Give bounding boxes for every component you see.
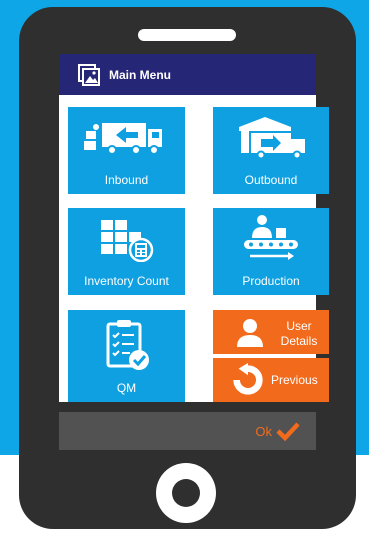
ok-bar: Ok [59,412,316,450]
speaker-slot [138,29,236,41]
inventory-count-label: Inventory Count [84,274,169,288]
outbound-button[interactable]: Outbound [213,107,329,194]
clipboard-check-icon [106,320,149,370]
truck-inbound-icon [83,123,162,155]
conveyor-worker-icon [244,215,298,260]
outbound-label: Outbound [244,173,298,187]
back-arrow-icon [233,363,263,395]
title-bar: Main Menu [59,54,316,95]
image-gallery-icon [78,63,100,86]
production-label: Production [242,274,300,288]
qm-label: QM [116,381,137,395]
user-icon [237,319,263,347]
boxes-calculator-icon [100,220,153,262]
production-button[interactable]: Production [213,208,329,295]
ok-button[interactable]: Ok [255,424,272,439]
previous-button[interactable]: Previous [213,358,329,402]
qm-button[interactable]: QM [68,310,185,402]
phone-frame: Main Menu Inbound Outbound Inventory Cou… [19,7,356,529]
home-button-inner [172,479,200,507]
device-screen: Main Menu Inbound Outbound Inventory Cou… [59,54,329,450]
user-details-button[interactable]: User Details [213,310,329,354]
user-details-label-1: User [286,319,312,333]
inventory-count-button[interactable]: Inventory Count [68,208,185,295]
user-details-label-2: Details [280,334,318,348]
home-button[interactable] [156,463,216,523]
page-title: Main Menu [109,67,171,82]
previous-label: Previous [271,373,318,387]
inbound-button[interactable]: Inbound [68,107,185,194]
inbound-label: Inbound [104,173,149,187]
warehouse-outbound-icon [239,117,305,159]
check-icon[interactable] [276,421,300,441]
